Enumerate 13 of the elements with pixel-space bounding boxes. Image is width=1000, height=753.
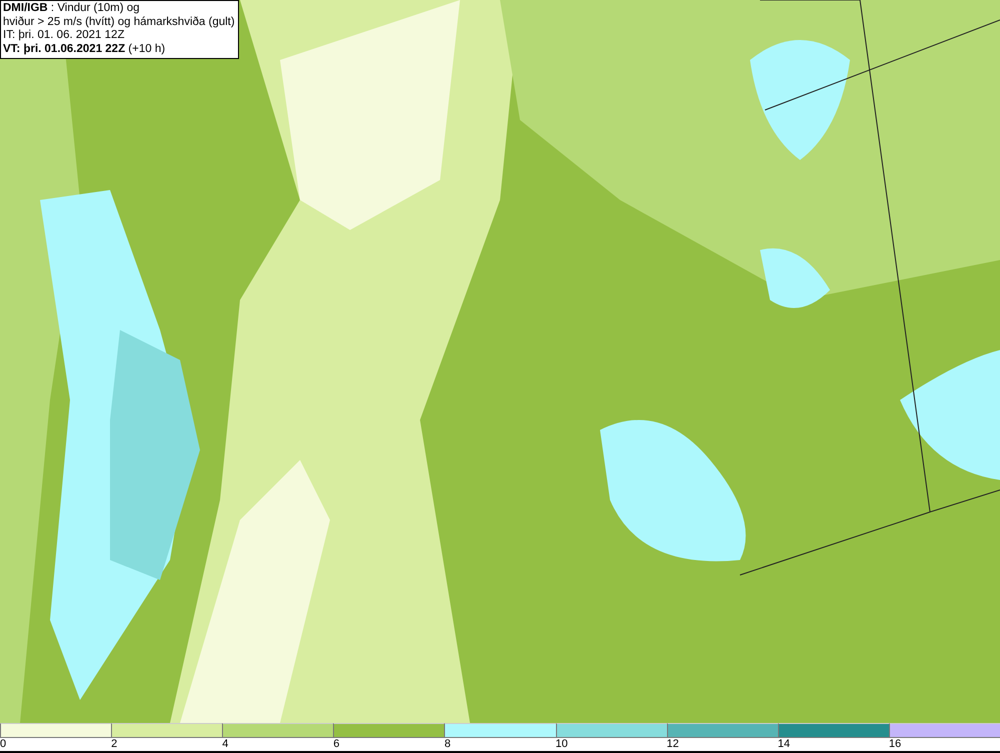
scale-label: 8 [444,738,451,751]
scale-label: 6 [333,738,340,751]
scale-label: 10 [556,738,568,751]
info-text: hviður > 25 m/s (hvítt) og hámarkshviða (gult) [3,16,235,29]
scale-label: 12 [666,738,679,751]
scale-label: 14 [778,738,790,751]
info-text: DMI/IGB : Vindur (10m) og [3,2,141,16]
scale-label: 16 [888,738,902,751]
scale-label: 2 [111,738,118,751]
info-text: IT: þri. 01. 06. 2021 12Z [3,29,126,42]
scale-label: 4 [222,738,228,751]
scale-label: 0 [0,738,6,751]
info-text: VT: þri. 01.06.2021 22Z (+10 h) [3,42,166,56]
